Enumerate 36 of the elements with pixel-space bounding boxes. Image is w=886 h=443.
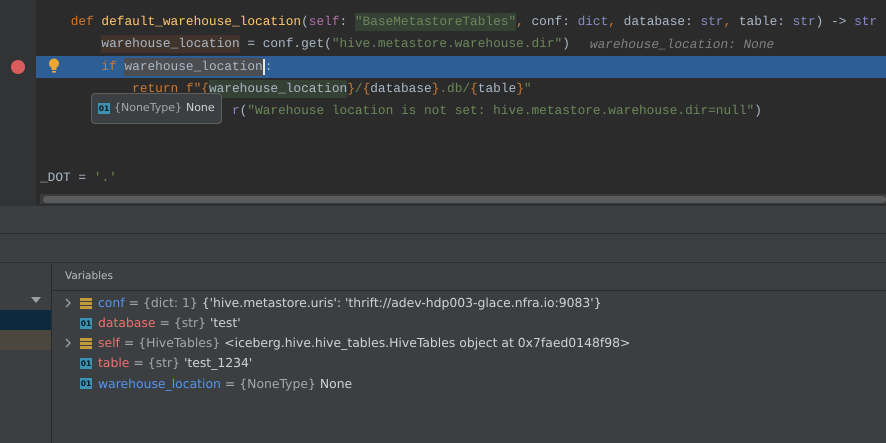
panel-title: Variables: [65, 268, 114, 284]
value-text: None: [320, 374, 352, 393]
value-text: 'test': [210, 314, 241, 332]
inline-value-hint: warehouse_location: None: [590, 36, 774, 54]
value-text: <iceberg.hive.hive_tables.HiveTables object at 0x7faed0148f98>: [224, 334, 630, 352]
variable-name[interactable]: warehouse_location: [98, 374, 221, 394]
type-label: {NoneType}: [114, 100, 182, 116]
equals-sign: =: [159, 314, 170, 332]
expand-chevron-icon[interactable]: [65, 298, 71, 308]
code-line: _DOT = '.': [40, 169, 117, 188]
scrollbar-thumb[interactable]: [43, 196, 886, 203]
code-line: warehouse_location = conf.get("hive.metastore.warehouse.dir"): [101, 35, 570, 54]
type-label: {str}: [148, 354, 180, 372]
type-label: {HiveTables}: [138, 334, 220, 352]
expand-chevron-icon[interactable]: [65, 338, 71, 348]
equals-sign: =: [128, 294, 139, 312]
type-label: {NoneType}: [239, 374, 316, 393]
equals-sign: =: [224, 374, 236, 393]
dropdown-caret-icon[interactable]: [31, 297, 41, 303]
code-line: if warehouse_location:: [101, 58, 272, 76]
lightbulb-icon[interactable]: [48, 58, 60, 74]
variable-name[interactable]: conf: [98, 294, 125, 312]
value-text: None: [186, 100, 215, 116]
type-label: {dict: 1}: [143, 294, 198, 312]
variable-name[interactable]: database: [98, 314, 156, 333]
equals-sign: =: [124, 334, 134, 352]
variable-name[interactable]: self: [98, 334, 120, 353]
code-editor[interactable]: [0, 0, 886, 205]
code-line: r("Warehouse location is not set: hive.metastore.warehouse.dir=null"): [232, 102, 762, 120]
value-text: {'hive.metastore.uris': 'thrift://adev-hdp003-glace.nfra.io:9083'}: [202, 294, 602, 312]
equals-sign: =: [133, 354, 144, 372]
type-label: {str}: [174, 314, 206, 332]
code-line: def default_warehouse_location(self: "BaseMetastoreTables", conf: dict, database: str, table: str) -> str: [70, 13, 878, 32]
value-text: 'test_1234': [184, 354, 252, 372]
breakpoint-icon[interactable]: [11, 60, 25, 74]
variable-name[interactable]: table: [98, 354, 130, 373]
